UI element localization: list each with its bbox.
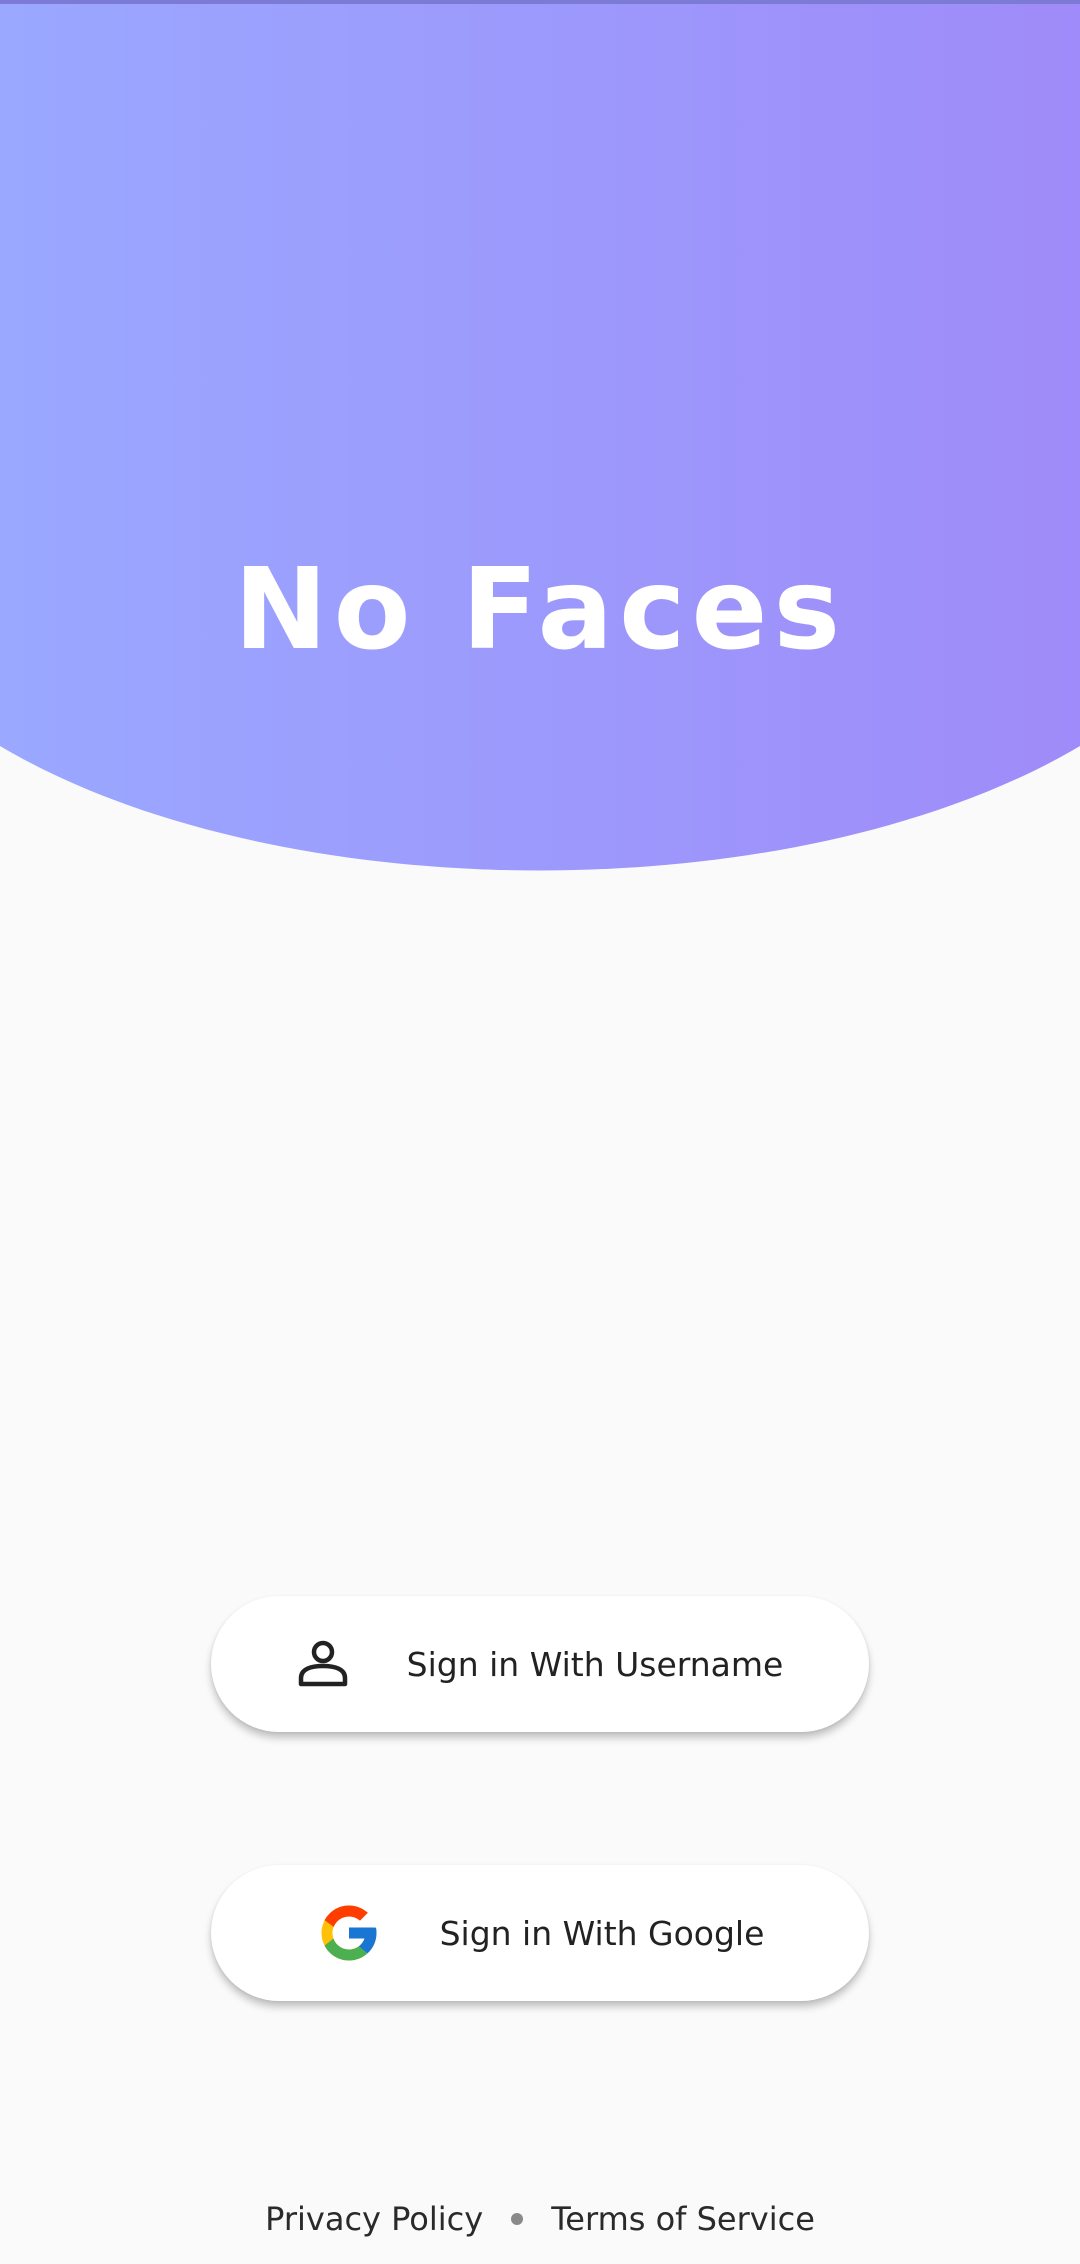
sign-in-google-label: Sign in With Google	[439, 1913, 765, 1953]
sign-in-google-button[interactable]: Sign in With Google	[211, 1865, 869, 2001]
header-curve-background	[0, 0, 1080, 871]
sign-in-username-button[interactable]: Sign in With Username	[211, 1596, 869, 1732]
status-bar-line	[0, 0, 1080, 4]
login-screen: No Faces Sign in With Username Sign in W…	[0, 0, 1080, 2264]
footer-links: Privacy Policy Terms of Service	[0, 2200, 1080, 2238]
person-outline-icon	[297, 1638, 349, 1690]
terms-of-service-link[interactable]: Terms of Service	[551, 2200, 815, 2238]
google-logo-icon	[316, 1900, 382, 1966]
separator-dot	[511, 2213, 524, 2225]
privacy-policy-link[interactable]: Privacy Policy	[265, 2200, 483, 2238]
header-banner: No Faces	[0, 0, 1080, 910]
sign-in-username-label: Sign in With Username	[406, 1644, 784, 1684]
app-title: No Faces	[233, 545, 847, 675]
